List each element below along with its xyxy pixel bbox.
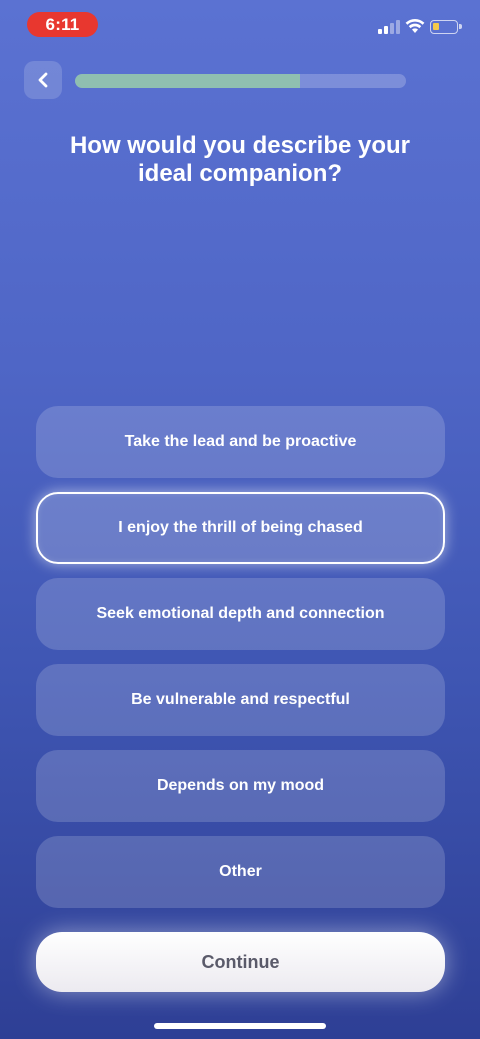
status-bar: 6:11 [0, 0, 480, 50]
option-thrill-of-being-chased[interactable]: I enjoy the thrill of being chased [36, 492, 445, 564]
progress-bar [75, 74, 406, 88]
option-vulnerable-respectful[interactable]: Be vulnerable and respectful [36, 664, 445, 736]
continue-button[interactable]: Continue [36, 932, 445, 992]
status-time: 6:11 [27, 12, 98, 37]
home-indicator [154, 1023, 326, 1029]
back-button[interactable] [24, 61, 62, 99]
option-depends-on-mood[interactable]: Depends on my mood [36, 750, 445, 822]
chevron-left-icon [38, 72, 48, 88]
question-title: How would you describe your ideal compan… [69, 132, 411, 187]
battery-level [433, 23, 439, 30]
option-take-the-lead[interactable]: Take the lead and be proactive [36, 406, 445, 478]
signal-icon [378, 20, 402, 34]
wifi-icon [405, 17, 425, 34]
battery-icon [430, 20, 462, 34]
options-list: Take the lead and be proactive I enjoy t… [36, 406, 445, 922]
option-other[interactable]: Other [36, 836, 445, 908]
option-emotional-depth[interactable]: Seek emotional depth and connection [36, 578, 445, 650]
progress-fill [75, 74, 301, 88]
